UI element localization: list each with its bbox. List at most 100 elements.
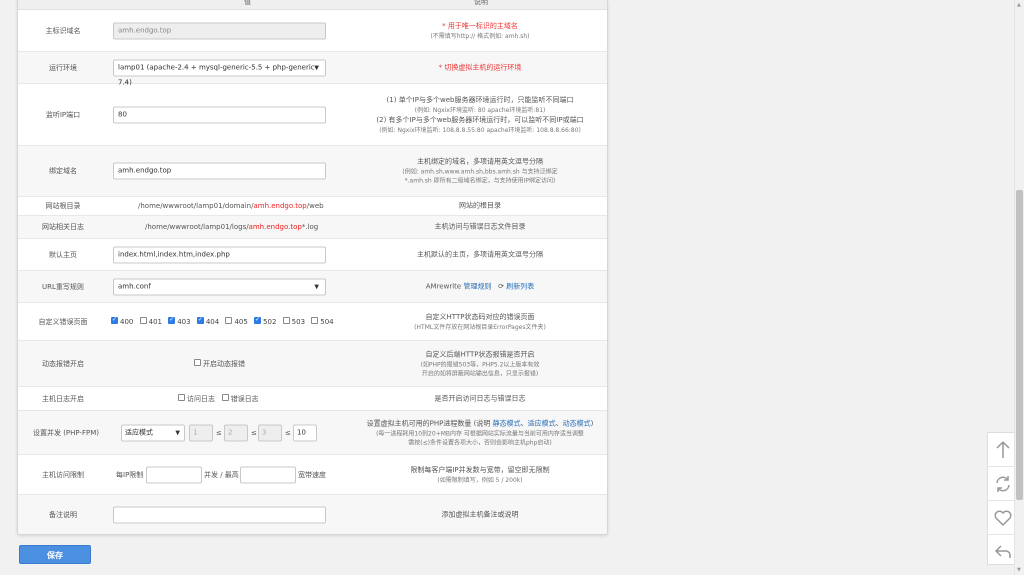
desc-main-domain-req: * 用于唯一标识的主域名	[442, 21, 518, 30]
row-log-dir: 网站相关日志 /home/wwwroot/lamp01/logs/amh.end…	[18, 216, 607, 239]
fpm-min-input[interactable]: 1	[189, 424, 213, 441]
checkbox-405[interactable]	[225, 317, 233, 324]
fpm-start-input[interactable]: 2	[224, 424, 248, 441]
code-404: 404	[205, 317, 220, 326]
error-log-label: 错误日志	[230, 394, 259, 403]
desc-access-limit: 限制每客户端IP并发数与宽带，留空即无限制 (如需限制填写，例如 5 / 200…	[353, 465, 607, 485]
manage-rules-link[interactable]: 管理规则	[463, 282, 491, 290]
desc-url-rewrite: AMrewrite 管理规则 ⟳ 刷新列表	[353, 281, 607, 292]
desc-listen-ip-2: (例如: Ngxix环境监听: 80 apache环境监听:81)	[414, 106, 546, 114]
bind-domain-input[interactable]: amh.endgo.top	[113, 162, 326, 180]
refresh-list-link[interactable]: 刷新列表	[506, 282, 534, 290]
url-rewrite-value: amh.conf	[118, 282, 151, 290]
desc-error-pages-2: (HTML文件存放在网站根目录ErrorPages文件夹)	[414, 323, 546, 331]
scrollbar-thumb[interactable]	[1016, 190, 1023, 500]
code-502: 502	[263, 317, 277, 326]
code-403: 403	[177, 317, 191, 326]
default-page-input[interactable]: index.html,index.htm,index.php	[113, 246, 326, 263]
checkbox-404[interactable]	[196, 316, 204, 324]
row-host-log: 主机日志开启 访问日志 错误日志 是否开启访问日志与错误日志	[18, 387, 607, 411]
back-to-top-icon	[995, 440, 1010, 458]
desc-main-domain-sub: (不需填写http:// 格式例如: amh.sh)	[430, 32, 530, 40]
checkbox-504[interactable]	[311, 317, 319, 324]
le-sign-1: ≤	[216, 428, 222, 437]
log-dir-suffix: *.log	[301, 223, 319, 231]
desc-php-fpm-suffix: )	[590, 419, 594, 427]
desc-listen-ip-4: (例如: Ngxix环境监听: 108.8.8.55:80 apache环境监听…	[379, 126, 581, 134]
row-url-rewrite: URL重写规则 amh.conf ▼ AMrewrite 管理规则 ⟳ 刷新列表	[18, 271, 607, 303]
checkbox-400[interactable]	[111, 316, 118, 324]
desc-access-limit-2: (如需限制填写，例如 5 / 200k)	[437, 476, 523, 484]
refresh-icon: ⟳	[498, 282, 505, 290]
page-scrollbar[interactable]: ▲ ▼	[1014, 0, 1024, 575]
row-web-root: 网站根目录 /home/wwwroot/lamp01/domain/amh.en…	[18, 197, 607, 216]
remark-input[interactable]	[113, 506, 326, 523]
label-dynamic-error: 动态报错开启	[42, 359, 84, 368]
desc-php-fpm: 设置虚拟主机可用的PHP进程数量 (说明 静态模式、适应模式、动态模式) (每一…	[353, 418, 607, 447]
dynamic-error-label: 开启动态报错	[203, 359, 245, 368]
chevron-down-icon: ▼	[314, 283, 319, 290]
heart-icon	[994, 510, 1011, 526]
row-remark: 备注说明 添加虚拟主机备注或说明	[18, 495, 607, 534]
refresh-icon	[995, 475, 1010, 492]
code-405: 405	[234, 317, 248, 326]
checkbox-503[interactable]	[282, 317, 290, 324]
scroll-down-icon[interactable]: ▼	[1017, 567, 1021, 573]
desc-dynamic-error: 自定义后端HTTP状态报错是否开启 (如PHP的报错503等，PHP5.2以上版…	[353, 349, 607, 378]
code-401: 401	[148, 317, 162, 326]
desc-main-domain: * 用于唯一标识的主域名 (不需填写http:// 格式例如: amh.sh)	[353, 21, 607, 41]
runtime-select[interactable]: lamp01 (apache-2.4 + mysql-generic-5.5 +…	[113, 59, 326, 86]
checkbox-502[interactable]	[254, 316, 262, 324]
static-mode-link[interactable]: 静态模式	[493, 419, 521, 427]
url-rewrite-select[interactable]: amh.conf ▼	[113, 278, 326, 295]
row-bind-domain: 绑定域名 amh.endgo.top 主机绑定的域名，多项请用英文逗号分隔 (例…	[18, 146, 607, 197]
dynamic-mode-link[interactable]: 动态模式	[563, 419, 591, 427]
per-ip-text: 每IP限制	[116, 470, 144, 479]
fpm-max-input[interactable]: 10	[293, 424, 317, 441]
header-value: 值	[244, 0, 251, 6]
scroll-up-icon[interactable]: ▲	[1017, 2, 1021, 8]
desc-bind-domain-3: *.amh.sh 即所有二级域名绑定，与支持使用IP绑定访问)	[404, 177, 556, 185]
access-log-checkbox[interactable]	[178, 394, 185, 401]
log-dir-domain: amh.endgo.top	[248, 223, 302, 231]
desc-runtime-text: * 切换虚拟主机的运行环境	[438, 63, 522, 71]
fpm-spare-input[interactable]: 3	[258, 424, 282, 441]
fpm-mode-select[interactable]: 适应模式 ▼	[121, 424, 185, 441]
favorite-button[interactable]	[988, 501, 1017, 535]
label-runtime: 运行环境	[49, 63, 77, 72]
desc-access-limit-1: 限制每客户端IP并发数与宽带，留空即无限制	[410, 465, 550, 474]
le-sign-2: ≤	[251, 428, 257, 437]
error-page-checkboxes: 400 401 403 404 405 502 503 504	[111, 316, 338, 326]
log-dir-path: /home/wwwroot/lamp01/logs/amh.endgo.top*…	[145, 223, 318, 231]
desc-bind-domain: 主机绑定的域名，多项请用英文逗号分隔 (例如: amh.sh,www.amh.s…	[353, 157, 607, 186]
web-root-domain: amh.endgo.top	[253, 202, 307, 210]
dynamic-error-toggle: 开启动态报错	[194, 359, 245, 369]
save-button[interactable]: 保存	[19, 545, 91, 564]
concurrent-limit-input[interactable]	[146, 466, 202, 483]
checkbox-403[interactable]	[168, 316, 176, 324]
desc-runtime: * 切换虚拟主机的运行环境	[353, 62, 607, 73]
desc-php-fpm-sep1: 、	[520, 419, 528, 427]
chevron-down-icon: ▼	[314, 64, 319, 71]
adaptive-mode-link[interactable]: 适应模式	[528, 419, 556, 427]
checkbox-401[interactable]	[139, 317, 147, 324]
table-header: 值 说明	[18, 0, 607, 10]
log-dir-prefix: /home/wwwroot/lamp01/logs/	[145, 223, 249, 231]
web-root-suffix: /web	[306, 202, 324, 210]
row-dynamic-error: 动态报错开启 开启动态报错 自定义后端HTTP状态报错是否开启 (如PHP的报错…	[18, 341, 607, 387]
back-to-top-button[interactable]	[988, 433, 1017, 467]
reply-button[interactable]	[988, 535, 1017, 568]
amrewrite-text: AMrewrite	[425, 282, 462, 290]
main-domain-input[interactable]: amh.endgo.top	[113, 22, 326, 39]
error-log-checkbox[interactable]	[221, 394, 229, 401]
label-bind-domain: 绑定域名	[49, 167, 77, 175]
label-listen-ip: 监听IP端口	[45, 110, 81, 119]
label-host-log: 主机日志开启	[42, 394, 84, 403]
dynamic-error-checkbox[interactable]	[194, 359, 201, 366]
row-listen-ip: 监听IP端口 80 (1) 单个IP与多个web服务器环境运行时，只能监听不同端…	[18, 84, 607, 146]
desc-host-log: 是否开启访问日志与错误日志	[434, 394, 526, 402]
listen-ip-input[interactable]: 80	[113, 106, 326, 123]
code-400: 400	[120, 317, 134, 326]
refresh-button[interactable]	[988, 467, 1017, 501]
bandwidth-limit-input[interactable]	[240, 466, 296, 483]
